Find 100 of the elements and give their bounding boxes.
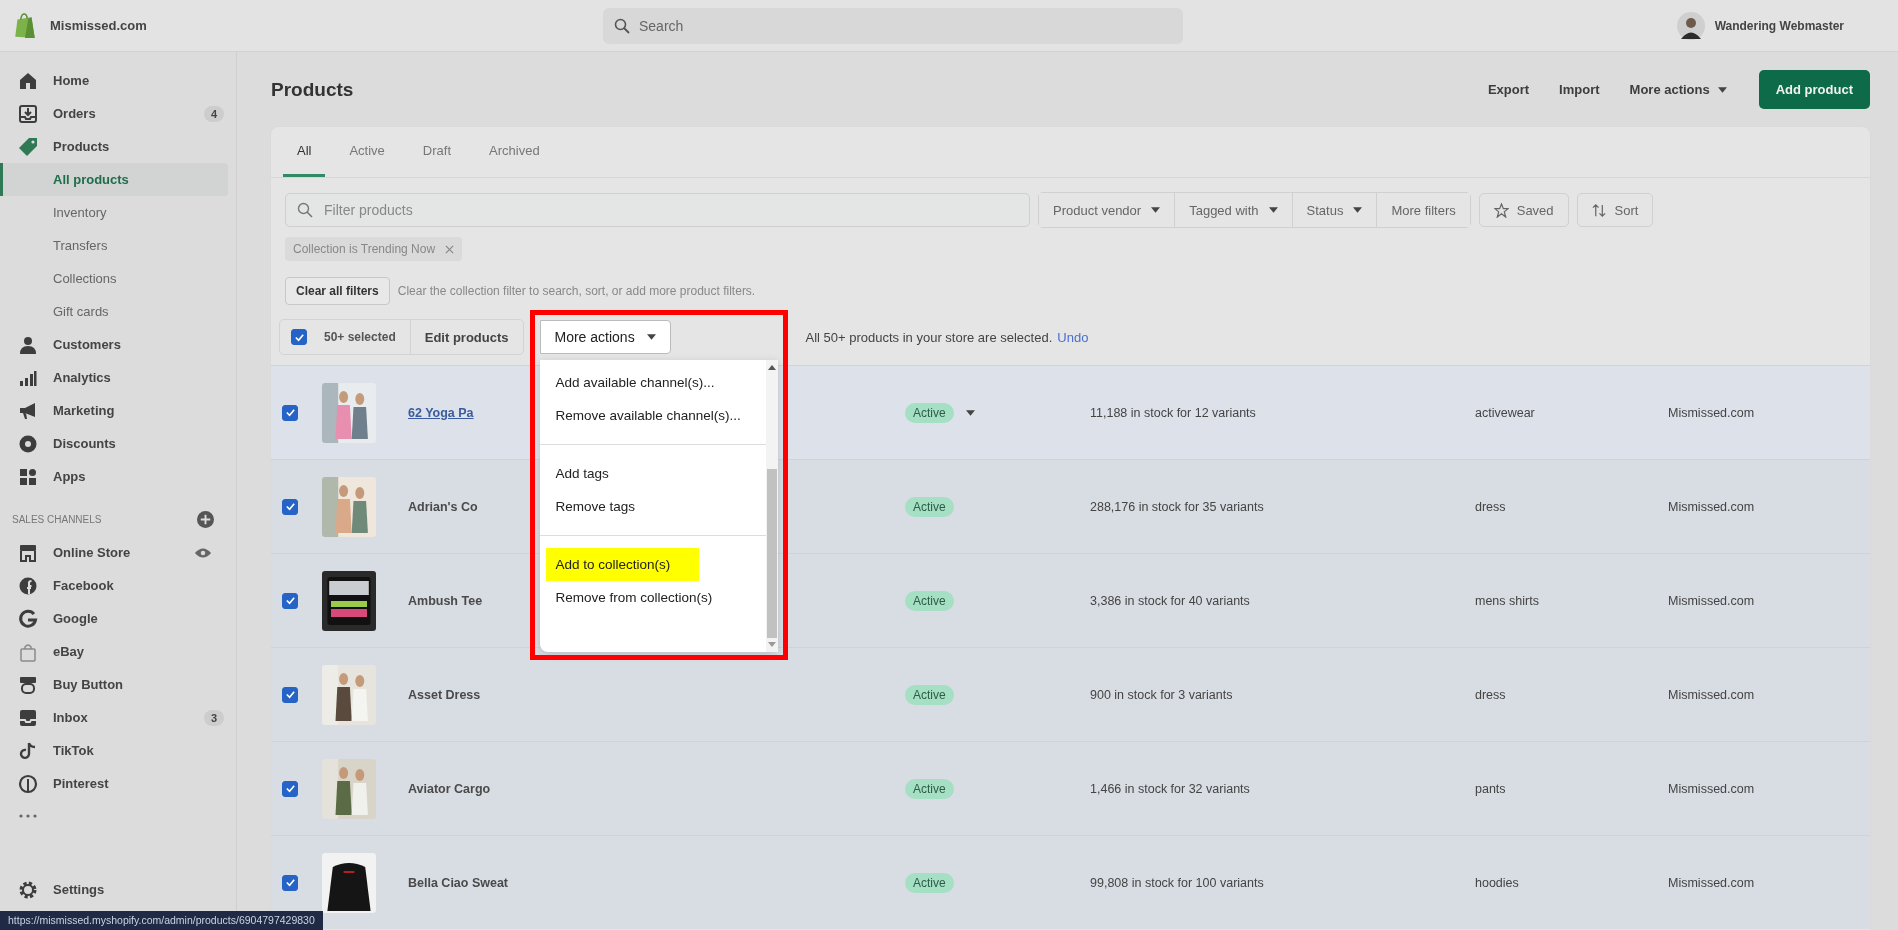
filter-button[interactable]: More filters	[1376, 193, 1470, 227]
checkmark-icon	[293, 331, 305, 343]
search-field[interactable]: Search	[603, 7, 1183, 44]
scrollbar[interactable]	[765, 360, 778, 652]
header-action[interactable]: Export	[1475, 74, 1542, 105]
sort-button[interactable]: Sort	[1576, 193, 1654, 227]
vendor-name: Mismissed.com	[1668, 499, 1755, 514]
menu-item[interactable]: Remove from collection(s)	[545, 581, 723, 614]
tab[interactable]: Active	[335, 127, 399, 177]
nav-item[interactable]: eBay	[0, 635, 228, 668]
storefront-icon	[18, 542, 38, 563]
product-name: Asset Dress	[408, 687, 481, 702]
inbox-icon	[18, 707, 38, 728]
nav-item[interactable]: Google	[0, 602, 228, 635]
inventory-text: 900 in stock for 3 variants	[1090, 687, 1233, 702]
nav-item[interactable]: Home	[0, 64, 228, 97]
nav-item[interactable]: Discounts	[0, 427, 228, 460]
more-actions-button[interactable]: More actions	[539, 320, 671, 354]
more-icon[interactable]	[18, 814, 38, 818]
pin-icon	[18, 773, 38, 794]
music-note-icon	[18, 740, 38, 761]
checkmark-icon	[284, 689, 296, 700]
tab[interactable]: All	[283, 127, 326, 177]
user-name[interactable]: Wandering Webmaster	[1714, 18, 1844, 33]
tray-icon	[18, 103, 38, 124]
menu-item[interactable]: Add available channel(s)...	[545, 366, 725, 399]
nav-item[interactable]: Inbox 3	[0, 701, 228, 734]
tab[interactable]: Archived	[475, 127, 554, 177]
add-product-button[interactable]: Add product	[1758, 70, 1870, 109]
product-name: Adrian's Co	[408, 499, 478, 514]
count-badge: 3	[203, 709, 224, 726]
caret-icon	[1717, 86, 1727, 93]
nav-item[interactable]: Analytics	[0, 361, 228, 394]
tab[interactable]: Draft	[408, 127, 466, 177]
add-icon[interactable]	[197, 511, 214, 528]
vendor-name: Mismissed.com	[1668, 781, 1755, 796]
home-icon	[18, 70, 38, 91]
edit-products-button[interactable]: Edit products	[410, 320, 523, 354]
apps-icon	[18, 466, 38, 487]
nav-item[interactable]: Apps	[0, 460, 228, 493]
menu-item[interactable]: Add to collection(s)	[545, 548, 700, 581]
row-checkbox[interactable]	[282, 874, 298, 891]
nav-item[interactable]: Buy Button	[0, 668, 228, 701]
nav-item[interactable]: Marketing	[0, 394, 228, 427]
nav-item[interactable]: Orders 4	[0, 97, 228, 130]
vendor-name: Mismissed.com	[1668, 687, 1755, 702]
checkmark-icon	[284, 783, 296, 794]
product-name: Aviator Cargo	[408, 781, 491, 796]
caret-icon	[1268, 207, 1278, 213]
avatar-icon[interactable]	[1676, 11, 1705, 40]
store-name: Mismissed.com	[50, 18, 147, 33]
nav-item[interactable]: Products	[0, 130, 228, 163]
status-badge: Active	[905, 872, 954, 893]
nav-item[interactable]: Settings	[0, 873, 228, 906]
product-row[interactable]: Aviator Cargo Active 1,466 in stock for 32 variants pants Mismissed.com	[271, 741, 1870, 835]
tag-icon	[18, 136, 38, 157]
row-checkbox[interactable]	[282, 404, 298, 421]
nav-subitem[interactable]: Inventory	[0, 196, 228, 229]
scroll-up-icon[interactable]	[767, 364, 776, 370]
row-checkbox[interactable]	[282, 498, 298, 515]
status-badge: Active	[905, 778, 954, 799]
star-icon	[1493, 202, 1509, 218]
nav-subitem[interactable]: Gift cards	[0, 295, 228, 328]
nav-item[interactable]: Online Store	[0, 536, 228, 569]
selected-count: 50+ selected	[318, 320, 411, 354]
checkmark-icon	[284, 501, 296, 512]
row-checkbox[interactable]	[282, 592, 298, 609]
filter-field[interactable]: Filter products	[285, 193, 1030, 227]
clear-filters-button[interactable]: Clear all filters	[285, 277, 390, 305]
nav-item[interactable]: Facebook	[0, 569, 228, 602]
product-type: dress	[1475, 499, 1506, 514]
product-row[interactable]: Asset Dress Active 900 in stock for 3 variants dress Mismissed.com	[271, 647, 1870, 741]
header-action[interactable]: Import	[1547, 74, 1612, 105]
row-checkbox[interactable]	[282, 686, 298, 703]
select-all-checkbox[interactable]	[291, 329, 307, 345]
product-type: pants	[1475, 781, 1506, 796]
nav-item[interactable]: Pinterest	[0, 767, 228, 800]
status-badge: Active	[905, 496, 954, 517]
shopping-bag-logo-icon	[14, 12, 36, 39]
menu-item[interactable]: Add tags	[545, 457, 619, 490]
saved-button[interactable]: Saved	[1478, 193, 1569, 227]
product-name: Bella Ciao Sweat	[408, 875, 509, 890]
inventory-text: 1,466 in stock for 32 variants	[1090, 781, 1250, 796]
checkmark-icon	[284, 595, 296, 606]
nav-item[interactable]: TikTok	[0, 734, 228, 767]
megaphone-icon	[18, 400, 38, 421]
eye-icon[interactable]	[194, 546, 212, 559]
nav-subitem[interactable]: All products	[0, 163, 228, 196]
product-name-link[interactable]: 62 Yoga Pa	[408, 405, 474, 420]
undo-link[interactable]: Undo	[1057, 329, 1089, 345]
social-icon	[18, 575, 38, 596]
caret-icon	[1353, 207, 1363, 213]
nav-subitem[interactable]: Collections	[0, 262, 228, 295]
menu-item[interactable]: Remove available channel(s)...	[545, 399, 751, 432]
more-actions-button[interactable]: More actions	[1617, 74, 1739, 105]
vendor-name: Mismissed.com	[1668, 875, 1755, 890]
menu-item[interactable]: Remove tags	[545, 490, 646, 523]
nav-subitem[interactable]: Transfers	[0, 229, 228, 262]
row-checkbox[interactable]	[282, 780, 298, 797]
nav-item[interactable]: Customers	[0, 328, 228, 361]
